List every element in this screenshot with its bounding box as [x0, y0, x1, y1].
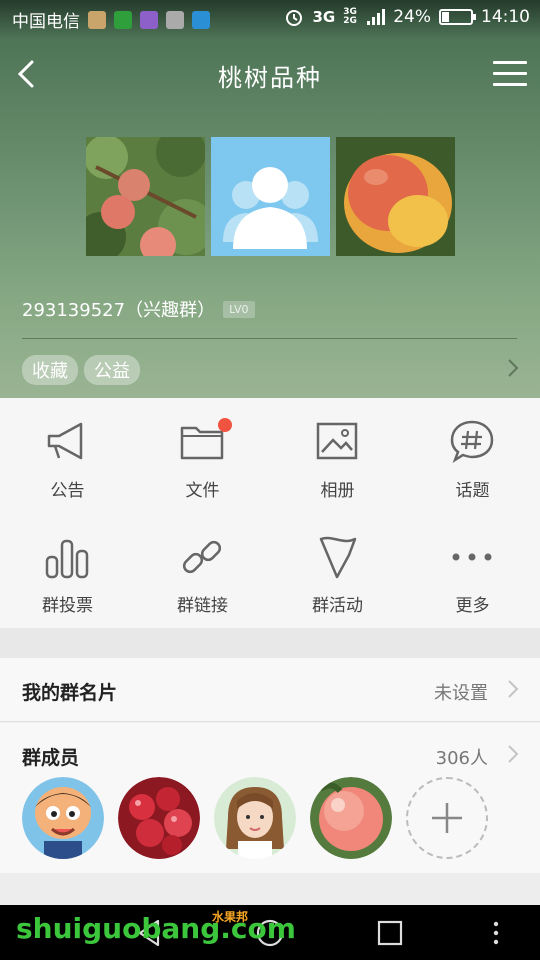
group-tags[interactable]: 收藏 公益 — [22, 355, 140, 385]
feature-more[interactable]: 更多 — [405, 513, 540, 616]
app-notification-icon — [88, 10, 106, 29]
section-gap — [0, 873, 540, 905]
member-avatars — [22, 777, 488, 859]
row-value: 未设置 — [434, 683, 488, 704]
peach-fruit-photo[interactable] — [336, 137, 455, 256]
link-icon — [182, 540, 222, 574]
feature-label: 话题 — [455, 481, 490, 501]
menu-icon[interactable] — [490, 54, 530, 94]
feature-label: 群投票 — [42, 596, 93, 616]
group-members-row[interactable]: 群成员 306人 — [0, 723, 540, 873]
watermark: shuiguobang.com 水果邦 — [16, 910, 296, 945]
peach-tree-photo[interactable] — [86, 137, 205, 256]
row-label: 我的群名片 — [22, 682, 118, 704]
watermark-text: shuiguobang.com — [16, 912, 296, 945]
feature-label: 更多 — [455, 596, 490, 616]
divider — [22, 338, 517, 339]
feature-label: 公告 — [50, 481, 85, 501]
feature-label: 相册 — [320, 481, 355, 501]
app-notification-icon — [192, 10, 210, 29]
flag-icon — [319, 536, 357, 579]
chevron-right-icon — [508, 745, 519, 763]
network-label: 3G — [312, 8, 336, 26]
nav-menu-icon[interactable] — [480, 917, 512, 949]
nav-recents-icon[interactable] — [374, 917, 406, 949]
default-group-avatar[interactable] — [211, 137, 330, 256]
level-badge: LV0 — [223, 300, 255, 318]
bar-chart-icon — [45, 539, 89, 579]
tag-chip[interactable]: 公益 — [84, 355, 140, 385]
battery-icon — [439, 9, 476, 25]
clock: 14:10 — [481, 7, 530, 27]
title-bar: 桃树品种 — [0, 48, 540, 100]
hashtag-icon — [450, 420, 494, 464]
chevron-right-icon — [508, 680, 519, 698]
member-avatar[interactable] — [310, 777, 392, 859]
feature-files[interactable]: 文件 — [135, 398, 270, 501]
group-photo-gallery — [86, 137, 455, 256]
feature-vote[interactable]: 群投票 — [0, 513, 135, 616]
plus-icon — [432, 803, 462, 833]
feature-link[interactable]: 群链接 — [135, 513, 270, 616]
member-count: 306人 — [435, 748, 488, 769]
member-avatar[interactable] — [22, 777, 104, 859]
more-icon — [452, 553, 492, 561]
feature-album[interactable]: 相册 — [270, 398, 405, 501]
status-bar: 中国电信 3G 3G 2G 24% 14:10 — [0, 0, 540, 36]
app-notification-icon — [114, 10, 132, 29]
feature-activity[interactable]: 群活动 — [270, 513, 405, 616]
group-id-row: 293139527（兴趣群） LV0 — [22, 296, 255, 322]
alarm-icon — [286, 10, 303, 26]
signal-icon — [367, 9, 386, 25]
feature-label: 群活动 — [312, 596, 363, 616]
add-member-button[interactable] — [406, 777, 488, 859]
feature-grid: 公告 文件 相册 话题 群投票 群链接 群活动 更多 — [0, 398, 540, 628]
battery-level — [442, 12, 450, 22]
watermark-subtext: 水果邦 — [212, 910, 249, 924]
feature-label: 文件 — [185, 481, 220, 501]
gallery-notification-icon — [140, 10, 158, 29]
megaphone-icon — [47, 422, 83, 460]
group-id-label: 293139527（兴趣群） — [22, 300, 216, 321]
member-avatar[interactable] — [214, 777, 296, 859]
new-file-badge — [218, 418, 232, 432]
feature-topics[interactable]: 话题 — [405, 398, 540, 501]
carrier-label: 中国电信 — [12, 12, 80, 32]
app-notification-icon — [166, 10, 184, 29]
feature-label: 群链接 — [177, 596, 228, 616]
section-gap — [0, 628, 540, 658]
row-label: 群成员 — [22, 747, 80, 769]
chevron-right-icon[interactable] — [506, 357, 520, 379]
member-avatar[interactable] — [118, 777, 200, 859]
network-secondary-label: 3G 2G — [343, 7, 357, 26]
image-icon — [316, 422, 358, 460]
battery-percent: 24% — [393, 7, 431, 27]
tag-chip[interactable]: 收藏 — [22, 355, 78, 385]
my-group-card-row[interactable]: 我的群名片 未设置 — [0, 658, 540, 722]
page-title: 桃树品种 — [218, 64, 322, 92]
feature-announcement[interactable]: 公告 — [0, 398, 135, 501]
